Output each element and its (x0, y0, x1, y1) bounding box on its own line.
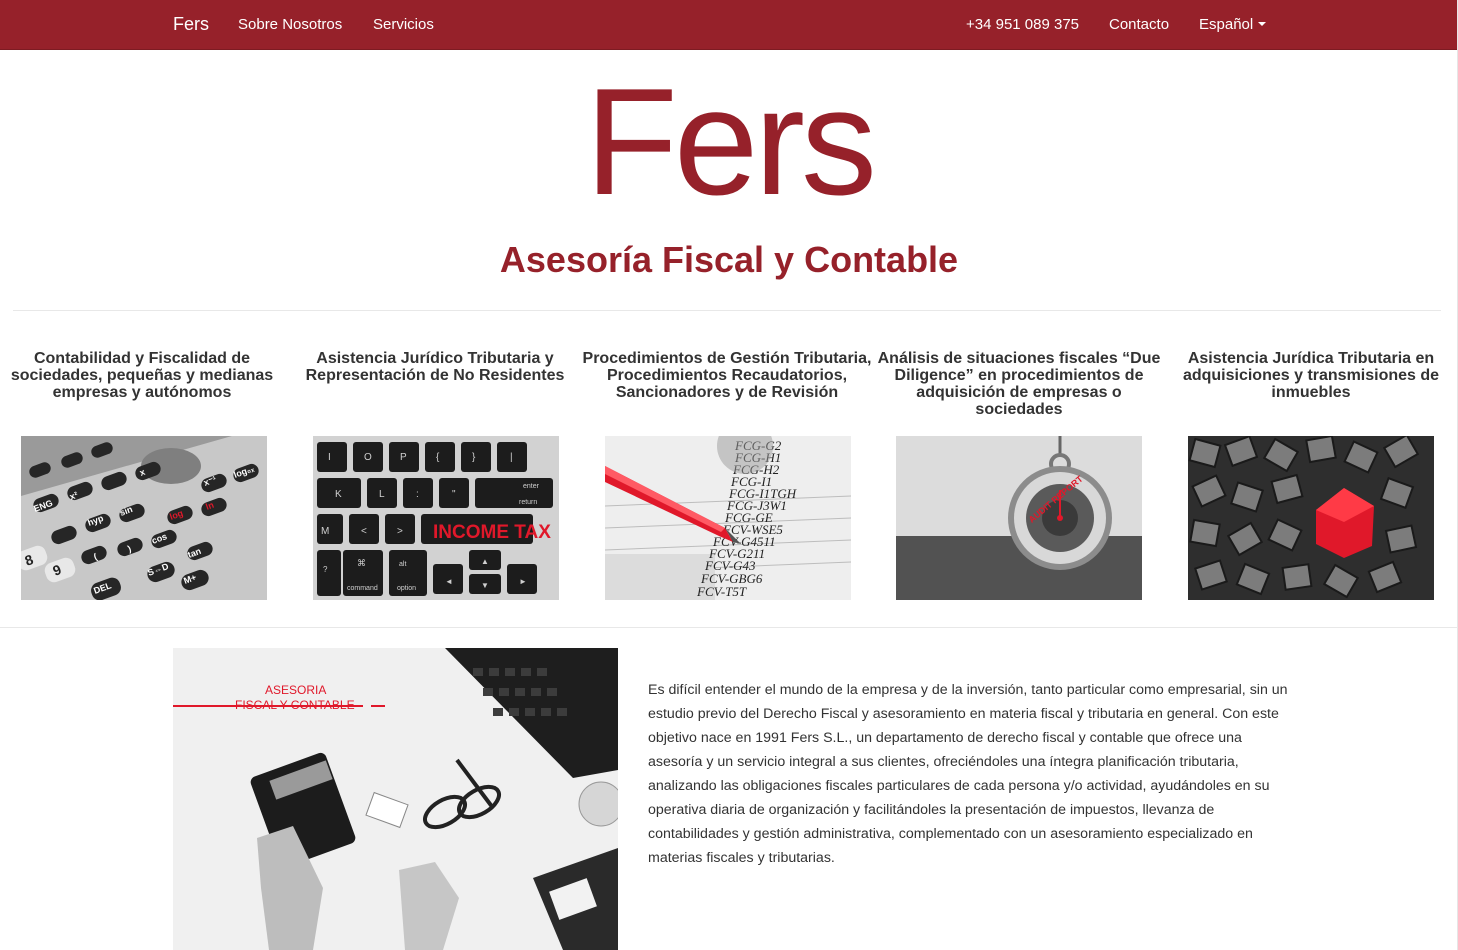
key-label: " (452, 489, 456, 500)
key-label: I (328, 452, 331, 463)
service-title: Análisis de situaciones fiscales “Due Di… (877, 350, 1161, 418)
about-paragraph: Es difícil entender el mundo de la empre… (648, 682, 1288, 866)
key-label: M (321, 526, 329, 537)
pen-document-image: FCG-G2 FCG-H1 FCG-H2 FCG-I1 FCG-I1TGH FC… (605, 436, 851, 600)
key-label: ? (323, 565, 328, 574)
keyboard-image: I O P { } | K L : " enter return M < > ?… (313, 436, 559, 600)
top-navbar: Fers Sobre Nosotros Servicios +34 951 08… (0, 0, 1457, 50)
calculator-image: ENG hyp sin cos tan log ln x⁻¹ log₀ₓ S⇔D… (21, 436, 267, 600)
svg-text:►: ► (519, 577, 527, 586)
divider (13, 310, 1441, 311)
key-label: alt (399, 561, 406, 568)
key-label: ⌘ (357, 558, 366, 568)
service-title: Procedimientos de Gestión Tributaria, Pr… (582, 350, 872, 401)
audit-watch-image: AUDIT REPORT (896, 436, 1142, 600)
service-title: Contabilidad y Fiscalidad de sociedades,… (10, 350, 274, 401)
caret-down-icon (1258, 22, 1267, 27)
about-caption-line: FISCAL Y CONTABLE (235, 698, 355, 712)
service-title: Asistencia Jurídico Tributaria y Represe… (305, 350, 565, 384)
key-label: | (510, 452, 513, 463)
key-label: : (416, 489, 419, 500)
income-tax-key-label: INCOME TAX (433, 522, 551, 543)
nav-phone-link[interactable]: +34 951 089 375 (966, 16, 1079, 33)
nav-link-servicios[interactable]: Servicios (373, 16, 434, 33)
svg-text:◄: ◄ (445, 577, 453, 586)
key-label: L (379, 489, 385, 500)
service-title: Asistencia Jurídica Tributaria en adquis… (1182, 350, 1440, 401)
divider (0, 627, 1458, 628)
key-label: command (347, 585, 378, 592)
svg-text:▲: ▲ (481, 557, 489, 566)
key-label: O (364, 452, 372, 463)
service-card: Asistencia Jurídica Tributaria en adquis… (1165, 350, 1457, 600)
service-card: Procedimientos de Gestión Tributaria, Pr… (581, 350, 873, 600)
service-card: Análisis de situaciones fiscales “Due Di… (873, 350, 1165, 600)
language-dropdown[interactable]: Español (1199, 16, 1267, 33)
page-subtitle: Asesoría Fiscal y Contable (499, 239, 959, 280)
svg-text:▼: ▼ (481, 581, 489, 590)
service-card: Contabilidad y Fiscalidad de sociedades,… (0, 350, 288, 600)
service-card: Asistencia Jurídico Tributaria y Represe… (289, 350, 581, 600)
fers-logo: Fers (585, 57, 877, 227)
houses-image (1188, 436, 1434, 600)
key-label: > (397, 526, 403, 537)
about-caption-line: ASESORIA (265, 683, 326, 697)
code-label: FCV-T5T (696, 584, 747, 599)
nav-link-contacto[interactable]: Contacto (1109, 16, 1169, 33)
key-label: K (335, 489, 342, 500)
language-label: Español (1199, 16, 1254, 33)
nav-link-sobre-nosotros[interactable]: Sobre Nosotros (238, 16, 342, 33)
key-label: enter (523, 483, 540, 490)
key-label: option (397, 585, 416, 592)
key-label: return (519, 499, 537, 506)
key-label: < (361, 526, 367, 537)
about-image: ASESORIA FISCAL Y CONTABLE (173, 648, 618, 950)
key-label: P (400, 452, 407, 463)
brand-link[interactable]: Fers (173, 14, 209, 35)
